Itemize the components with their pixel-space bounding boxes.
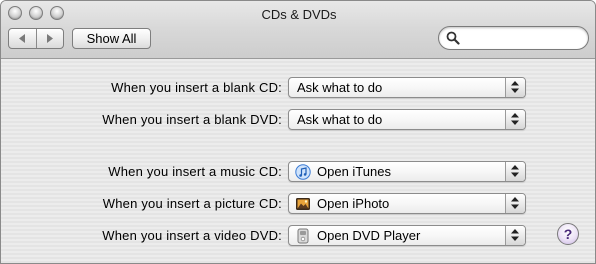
music-cd-row: When you insert a music CD: Open iTunes: [1, 161, 595, 183]
dvd-player-icon: [297, 228, 309, 244]
blank-cd-value: Ask what to do: [297, 80, 383, 95]
music-cd-popup[interactable]: Open iTunes: [288, 161, 526, 182]
title-toolbar: CDs & DVDs Show All: [1, 1, 595, 59]
blank-cd-popup[interactable]: Ask what to do: [288, 77, 526, 98]
video-dvd-popup[interactable]: Open DVD Player: [288, 225, 526, 246]
music-cd-label: When you insert a music CD:: [108, 164, 282, 179]
popup-arrows-icon: [505, 78, 525, 97]
picture-cd-popup[interactable]: Open iPhoto: [288, 193, 526, 214]
preferences-window: CDs & DVDs Show All When you insert a bl…: [0, 0, 596, 264]
blank-cd-row: When you insert a blank CD: Ask what to …: [1, 77, 595, 99]
popup-arrows-icon: [505, 162, 525, 181]
iphoto-icon: [296, 198, 310, 210]
video-dvd-value: Open DVD Player: [317, 228, 421, 243]
blank-dvd-label: When you insert a blank DVD:: [102, 112, 282, 127]
picture-cd-row: When you insert a picture CD: Open iPhot…: [1, 193, 595, 215]
search-field[interactable]: [438, 26, 589, 50]
blank-cd-label: When you insert a blank CD:: [111, 80, 282, 95]
music-cd-value: Open iTunes: [317, 164, 391, 179]
popup-arrows-icon: [505, 226, 525, 245]
back-arrow-icon: [18, 34, 25, 43]
help-button[interactable]: ?: [557, 223, 579, 245]
video-dvd-label: When you insert a video DVD:: [102, 228, 282, 243]
itunes-icon: [295, 164, 311, 180]
forward-arrow-icon: [47, 34, 54, 43]
video-dvd-row: When you insert a video DVD: Open DVD Pl…: [1, 225, 595, 247]
window-title: CDs & DVDs: [261, 7, 337, 22]
blank-dvd-value: Ask what to do: [297, 112, 383, 127]
forward-button[interactable]: [35, 29, 64, 48]
back-forward-control: [8, 28, 64, 49]
popup-arrows-icon: [505, 194, 525, 213]
preferences-content: When you insert a blank CD: Ask what to …: [1, 59, 595, 263]
blank-dvd-popup[interactable]: Ask what to do: [288, 109, 526, 130]
blank-dvd-row: When you insert a blank DVD: Ask what to…: [1, 109, 595, 131]
popup-arrows-icon: [505, 110, 525, 129]
picture-cd-label: When you insert a picture CD:: [102, 196, 282, 211]
search-icon: [446, 31, 460, 45]
back-button[interactable]: [9, 29, 36, 48]
search-input[interactable]: [463, 30, 579, 46]
picture-cd-value: Open iPhoto: [317, 196, 390, 211]
show-all-button[interactable]: Show All: [72, 28, 151, 49]
